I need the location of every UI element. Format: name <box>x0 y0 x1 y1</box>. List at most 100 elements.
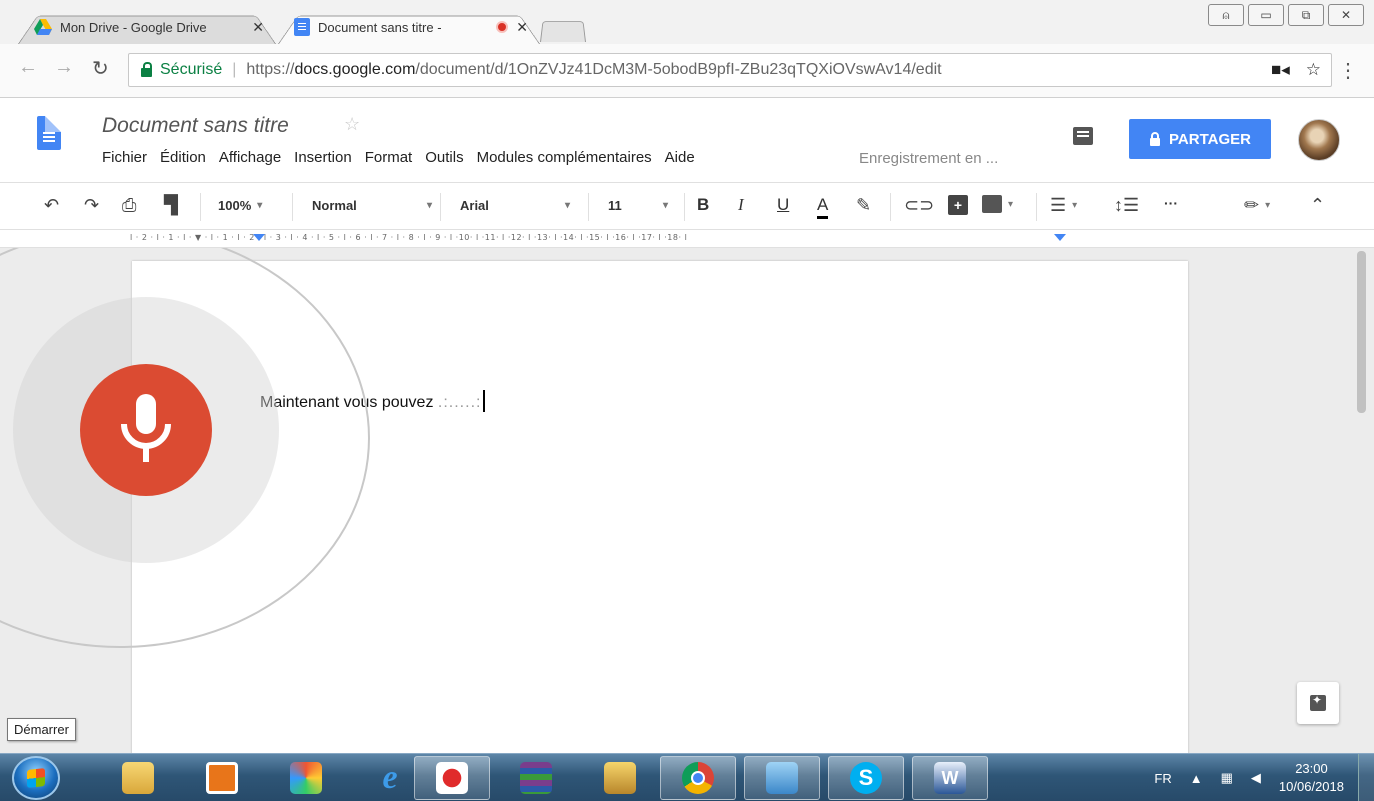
highlight-pen-icon[interactable]: ✎ <box>856 195 871 216</box>
right-indent-marker[interactable] <box>1054 234 1066 241</box>
taskbar-freecell[interactable] <box>582 756 658 800</box>
paint-icon <box>290 762 322 794</box>
new-tab-button[interactable] <box>540 18 586 42</box>
url-host: docs.google.com <box>294 61 416 78</box>
docs-logo-icon[interactable] <box>37 116 61 150</box>
menu-outils[interactable]: Outils <box>425 149 463 166</box>
bold-button[interactable]: B <box>697 195 709 215</box>
solitaire-icon <box>436 762 468 794</box>
explore-button[interactable] <box>1297 682 1339 724</box>
taskbar-control-panel[interactable] <box>744 756 820 800</box>
zoom-select[interactable]: 100% ▾ <box>218 198 262 213</box>
show-desktop-button[interactable] <box>1358 754 1374 801</box>
scrollbar-thumb[interactable] <box>1357 251 1366 413</box>
taskbar-word[interactable]: W <box>912 756 988 800</box>
tab-google-drive[interactable]: Mon Drive - Google Drive ✕ <box>18 10 276 44</box>
tab-document[interactable]: Document sans titre - ✕ <box>278 10 540 44</box>
reload-icon[interactable]: ↻ <box>92 56 109 81</box>
winrar-icon <box>520 762 552 794</box>
menu-edition[interactable]: Édition <box>160 149 206 166</box>
forward-arrow-icon[interactable]: → <box>54 56 74 79</box>
secure-label: Sécurisé <box>160 61 223 78</box>
url-path: /document/d/1OnZVJz41DcM3M-5obodB9pfI-ZB… <box>415 61 942 78</box>
window-controls: ⍝ ▭ ⧉ ✕ <box>1208 4 1364 26</box>
browser-tab-strip: Mon Drive - Google Drive ✕ Document sans… <box>0 0 1374 44</box>
close-window-button[interactable]: ✕ <box>1328 4 1364 26</box>
volume-icon[interactable]: ◀ <box>1251 770 1261 786</box>
pending-dictation-text: .:.....: <box>437 394 482 411</box>
menu-affichage[interactable]: Affichage <box>219 149 281 166</box>
collapse-chevron-icon[interactable]: ⌃ <box>1310 195 1325 216</box>
tab-title: Mon Drive - Google Drive <box>60 19 207 35</box>
formatting-toolbar: ↶ ↷ ⎙ ▜ 100% ▾ Normal ▾ Arial ▾ 11 ▾ B I U A… <box>0 182 1374 230</box>
print-icon[interactable]: ⎙ <box>122 195 136 216</box>
insert-image-button[interactable]: ▾ <box>982 195 1013 213</box>
address-bar[interactable]: Sécurisé | https:// docs.google.com /doc… <box>128 53 1332 87</box>
line-spacing-icon[interactable]: ↕☰ <box>1114 195 1139 216</box>
font-value: Arial <box>460 198 489 213</box>
media-player-icon <box>206 762 238 794</box>
browser-menu-icon[interactable]: ⋮ <box>1338 58 1358 83</box>
recording-indicator-icon <box>496 21 509 33</box>
taskbar-file-explorer[interactable] <box>100 756 176 800</box>
taskbar-skype[interactable]: S <box>828 756 904 800</box>
freecell-icon <box>604 762 636 794</box>
taskbar-winrar[interactable] <box>498 756 574 800</box>
more-button[interactable]: ··· <box>1164 195 1178 211</box>
paint-format-icon[interactable]: ▜ <box>164 195 178 216</box>
voice-typing-mic-button[interactable] <box>80 364 212 496</box>
browser-toolbar: ← → ↻ Sécurisé | https:// docs.google.co… <box>0 44 1374 98</box>
menu-format[interactable]: Format <box>365 149 413 166</box>
language-indicator[interactable]: FR <box>1154 771 1171 786</box>
document-canvas: Maintenant vous pouvez .:.....: <box>0 248 1374 753</box>
start-tooltip: Démarrer <box>7 718 76 741</box>
restore-button[interactable]: ⧉ <box>1288 4 1324 26</box>
google-docs-icon <box>294 18 310 36</box>
left-indent-marker[interactable] <box>253 234 265 241</box>
document-title[interactable]: Document sans titre <box>102 114 289 138</box>
align-left-icon[interactable]: ☰ ▾ <box>1050 195 1077 216</box>
font-select[interactable]: Arial ▾ <box>460 198 570 213</box>
avatar[interactable] <box>1298 119 1340 161</box>
font-size-select[interactable]: 11 ▾ <box>608 198 668 213</box>
user-profile-button[interactable]: ⍝ <box>1208 4 1244 26</box>
menu-fichier[interactable]: Fichier <box>102 149 147 166</box>
camera-icon[interactable]: ■◂ <box>1271 60 1290 80</box>
taskbar-solitaire[interactable] <box>414 756 490 800</box>
zoom-value: 100% <box>218 198 252 213</box>
text-color-button[interactable]: A <box>817 195 829 219</box>
close-tab-icon[interactable]: ✕ <box>252 19 264 36</box>
style-select[interactable]: Normal ▾ <box>312 198 432 213</box>
control-panel-icon <box>766 762 798 794</box>
clock[interactable]: 23:00 10/06/2018 <box>1279 760 1344 796</box>
italic-button[interactable]: I <box>738 195 744 215</box>
redo-icon[interactable]: ↷ <box>84 195 99 216</box>
network-icon[interactable]: ▦ <box>1221 770 1233 786</box>
microphone-icon <box>121 394 171 462</box>
add-comment-icon[interactable]: + <box>948 195 968 215</box>
word-icon: W <box>934 762 966 794</box>
back-arrow-icon[interactable]: ← <box>18 56 38 79</box>
editing-mode-icon[interactable]: ✏ ▾ <box>1244 195 1270 216</box>
lock-icon <box>141 61 152 77</box>
link-icon[interactable]: ⊂⊃ <box>904 195 934 216</box>
bookmark-star-icon[interactable]: ☆ <box>1306 60 1321 80</box>
ruler-scale: l · 2 · l · 1 · l · ▼ · l · 1 · l · 2 · … <box>130 233 688 242</box>
undo-icon[interactable]: ↶ <box>44 195 59 216</box>
taskbar-media-player[interactable] <box>184 756 260 800</box>
share-button[interactable]: PARTAGER <box>1129 119 1271 159</box>
minimize-button[interactable]: ▭ <box>1248 4 1284 26</box>
show-hidden-icons-icon[interactable]: ▲ <box>1190 771 1203 786</box>
start-button[interactable] <box>12 756 60 800</box>
system-tray: FR ▲ ▦ ◀ 23:00 10/06/2018 <box>1154 754 1344 801</box>
menu-insertion[interactable]: Insertion <box>294 149 352 166</box>
star-icon[interactable]: ☆ <box>344 114 360 135</box>
underline-button[interactable]: U <box>777 195 789 215</box>
close-tab-icon[interactable]: ✕ <box>516 19 528 36</box>
comments-icon[interactable] <box>1073 127 1093 145</box>
taskbar-chrome[interactable] <box>660 756 736 800</box>
menu-modules[interactable]: Modules complémentaires <box>477 149 652 166</box>
save-status: Enregistrement en ... <box>859 150 999 167</box>
menu-aide[interactable]: Aide <box>665 149 695 166</box>
taskbar-paint[interactable] <box>268 756 344 800</box>
